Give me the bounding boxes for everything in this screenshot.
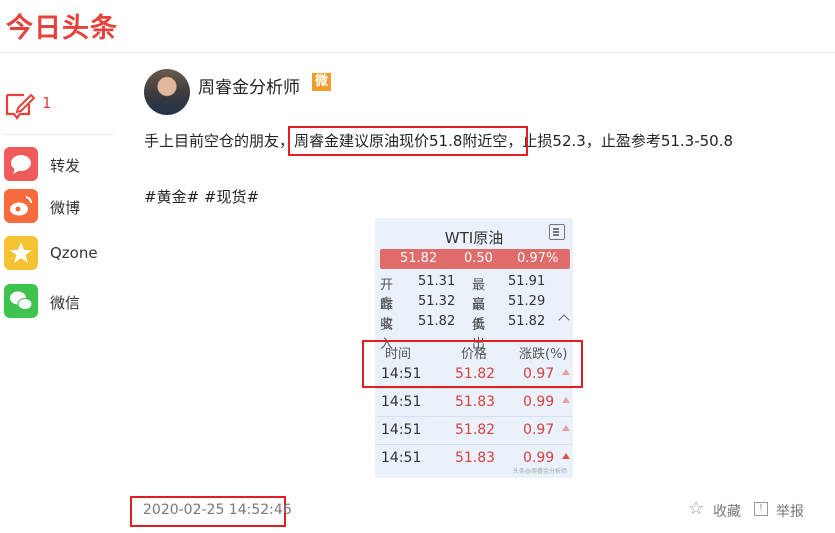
quote-row: 14:51 51.82 0.97 (375, 417, 573, 445)
highlight-box-quote-row (362, 340, 583, 388)
up-arrow-icon (562, 397, 570, 403)
share-repost-button[interactable]: 转发 (4, 147, 114, 183)
quote-price-bar: 51.82 0.50 0.97% (380, 249, 570, 269)
up-arrow-icon (562, 453, 570, 459)
comment-count: 1 (42, 94, 52, 112)
up-arrow-icon (562, 425, 570, 431)
row-price: 51.83 (455, 394, 496, 410)
post-body: 手上目前空仓的朋友，周睿金建议原油现价51.8附近空，止损52.3，止盈参考51… (144, 126, 734, 156)
prev-close-value: 51.32 (418, 294, 456, 309)
repost-bubble-icon (4, 147, 38, 181)
comment-icon (5, 93, 36, 120)
row-change: 0.99 (523, 394, 555, 410)
toutiao-logo[interactable]: 今日头条 (6, 6, 118, 45)
share-wechat-button[interactable]: 微信 (4, 284, 114, 320)
weibo-icon (4, 189, 38, 223)
expand-icon (549, 224, 565, 240)
collapse-caret-icon (558, 314, 570, 326)
share-weibo-button[interactable]: 微博 (4, 189, 114, 225)
bid-value: 51.82 (418, 314, 456, 329)
wechat-icon (4, 284, 38, 318)
post-text-before: 手上目前空仓的朋友， (144, 132, 295, 150)
row-time: 14:51 (381, 394, 422, 410)
image-watermark: 头条@周睿金分析师 (512, 468, 567, 475)
comment-button[interactable]: 1 (4, 90, 114, 122)
row-time: 14:51 (381, 450, 422, 466)
author-avatar[interactable] (144, 69, 190, 115)
quote-price: 51.82 (400, 251, 438, 266)
sidebar-divider (4, 134, 114, 135)
post-text-after: 止损52.3，止盈参考51.3-50.8 (522, 132, 734, 150)
ask-value: 51.82 (508, 314, 546, 329)
share-qzone-button[interactable]: Qzone (4, 236, 114, 272)
low-value: 51.29 (508, 294, 546, 309)
quote-row: 14:51 51.83 0.99 (375, 389, 573, 417)
row-change: 0.97 (523, 422, 555, 438)
row-price: 51.82 (455, 422, 496, 438)
report-icon: ! (754, 502, 768, 516)
quote-title: WTI原油 (444, 229, 504, 247)
share-weibo-label: 微博 (50, 199, 81, 217)
report-label: 举报 (776, 504, 804, 520)
post-timestamp: 2020-02-25 14:52:46 (143, 502, 292, 518)
author-name[interactable]: 周睿金分析师 (198, 73, 300, 98)
row-price: 51.83 (455, 450, 496, 466)
qzone-star-icon (4, 236, 38, 270)
report-button[interactable]: ! 举报 (688, 500, 808, 520)
top-bar: 今日头条 (0, 0, 835, 53)
post-tags[interactable]: #黄金# #现货# (144, 186, 259, 207)
high-value: 51.91 (508, 274, 546, 289)
share-wechat-label: 微信 (50, 294, 81, 312)
quote-change: 0.50 (464, 251, 493, 266)
open-value: 51.31 (418, 274, 456, 289)
weitoutiao-badge: 微头条 (312, 73, 332, 125)
row-change: 0.99 (523, 450, 555, 466)
share-repost-label: 转发 (50, 157, 81, 175)
post-text-highlight: 周睿金建议原油现价51.8附近空， (288, 126, 529, 156)
share-qzone-label: Qzone (50, 244, 98, 262)
row-time: 14:51 (381, 422, 422, 438)
quote-change-pct: 0.97% (517, 251, 559, 266)
